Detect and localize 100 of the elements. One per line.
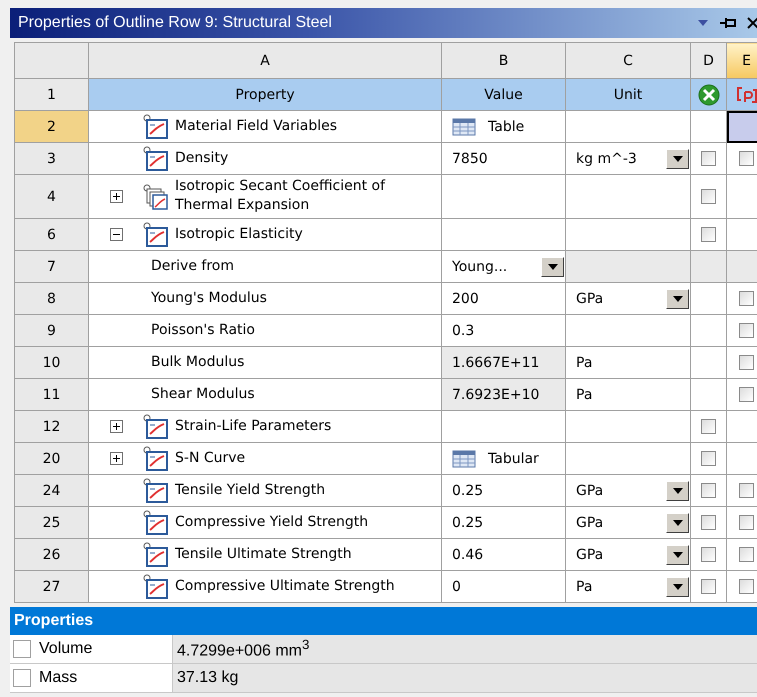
value-text: 7850 <box>452 150 489 166</box>
property-name: Bulk Modulus <box>151 352 244 372</box>
property-label: Volume <box>39 640 92 658</box>
column-header: B <box>442 42 566 78</box>
stacked-charts-icon <box>143 184 169 210</box>
plus-icon <box>112 422 120 431</box>
caret-icon <box>672 552 682 558</box>
chart-icon <box>143 146 169 172</box>
value-text: 0.3 <box>452 322 476 338</box>
checkbox[interactable] <box>701 579 716 594</box>
chart-icon <box>143 414 169 440</box>
dropdown-button[interactable] <box>666 544 689 564</box>
plus-icon <box>112 192 120 201</box>
chart-icon <box>143 574 169 600</box>
checkbox[interactable] <box>13 669 31 687</box>
property-name: Shear Modulus <box>151 384 255 404</box>
checkbox[interactable] <box>739 483 754 498</box>
property-name: Density <box>175 148 228 168</box>
column-header: C <box>566 42 690 78</box>
pin-icon[interactable] <box>719 17 737 29</box>
row-number: 26 <box>14 538 88 570</box>
property-name: Derive from <box>151 256 234 276</box>
value-text: 200 <box>452 290 480 306</box>
dropdown-button[interactable] <box>666 576 689 596</box>
column-header: A <box>88 42 442 78</box>
value-text: Young... <box>452 258 508 274</box>
checkbox[interactable] <box>739 387 754 402</box>
row-number: 11 <box>14 378 88 410</box>
value-text: 0.46 <box>452 546 484 562</box>
row-number: 25 <box>14 506 88 538</box>
dropdown-button[interactable] <box>666 148 689 168</box>
chart-icon <box>143 510 169 536</box>
property-name: S-N Curve <box>175 448 246 468</box>
checkbox[interactable] <box>739 323 754 338</box>
property-name: Young's Modulus <box>151 288 267 308</box>
value-text: 0 <box>452 578 462 594</box>
checkbox[interactable] <box>701 547 716 562</box>
checkbox[interactable] <box>701 419 716 434</box>
checkbox[interactable] <box>739 291 754 306</box>
unit-text: Pa <box>576 354 594 370</box>
unit-text: GPa <box>576 546 604 562</box>
checkbox[interactable] <box>739 355 754 370</box>
caret-icon <box>672 488 682 494</box>
chart-icon <box>143 542 169 568</box>
property-name: Isotropic Elasticity <box>175 224 303 244</box>
property-name: Poisson's Ratio <box>151 320 255 340</box>
chart-icon <box>143 478 169 504</box>
dropdown-button[interactable] <box>666 480 689 500</box>
dropdown-button[interactable] <box>666 512 689 532</box>
row-number: 24 <box>14 474 88 506</box>
checkbox[interactable] <box>739 579 754 594</box>
property-name: Material Field Variables <box>175 116 338 136</box>
checkbox[interactable] <box>701 483 716 498</box>
column-heading: Property <box>88 78 442 110</box>
row-number: 1 <box>14 78 88 110</box>
row-number: 27 <box>14 570 88 602</box>
properties-header: Properties <box>10 607 757 635</box>
property-name: Tensile Ultimate Strength <box>175 544 352 564</box>
unit-text: GPa <box>576 482 604 498</box>
unit-text: GPa <box>576 290 604 306</box>
value-text: Tabular <box>488 450 540 466</box>
window-title: Properties of Outline Row 9: Structural Steel <box>18 14 333 32</box>
checkbox[interactable] <box>701 515 716 530</box>
value-text: 1.6667E+11 <box>452 354 540 370</box>
row-number: 3 <box>14 142 88 174</box>
row-number: 9 <box>14 314 88 346</box>
dropdown-button[interactable] <box>541 256 564 276</box>
collapse-button[interactable] <box>110 228 122 241</box>
caret-icon <box>548 264 558 270</box>
chart-icon <box>143 446 169 472</box>
column-header: D <box>690 42 726 78</box>
dropdown-button[interactable] <box>666 288 689 308</box>
property-label: Mass <box>39 669 78 687</box>
expand-button[interactable] <box>110 190 122 203</box>
dropdown-icon[interactable] <box>697 18 709 28</box>
chart-icon <box>143 222 169 248</box>
plus-icon <box>112 454 120 463</box>
checkbox[interactable] <box>701 227 716 242</box>
property-value: 4.7299e+006 mm$^{3}$ <box>177 637 310 661</box>
checkbox[interactable] <box>701 151 716 166</box>
expand-button[interactable] <box>110 420 122 433</box>
checkbox[interactable] <box>739 151 754 166</box>
row-number: 4 <box>14 174 88 218</box>
value-text: Table <box>488 118 526 134</box>
caret-icon <box>672 296 682 302</box>
row-number: 12 <box>14 410 88 442</box>
row-number: 2 <box>14 110 88 142</box>
row-number: 7 <box>14 250 88 282</box>
unit-text: GPa <box>576 514 604 530</box>
property-value: 37.13 kg <box>177 669 238 687</box>
caret-icon <box>672 520 682 526</box>
checkbox[interactable] <box>739 547 754 562</box>
close-icon[interactable] <box>747 17 757 29</box>
checkbox[interactable] <box>701 451 716 466</box>
expand-button[interactable] <box>110 452 122 465</box>
checkbox[interactable] <box>739 515 754 530</box>
checkbox[interactable] <box>13 640 31 658</box>
value-text: 0.25 <box>452 514 484 530</box>
checkbox[interactable] <box>701 189 716 204</box>
property-name: Compressive Ultimate Strength <box>175 576 395 596</box>
